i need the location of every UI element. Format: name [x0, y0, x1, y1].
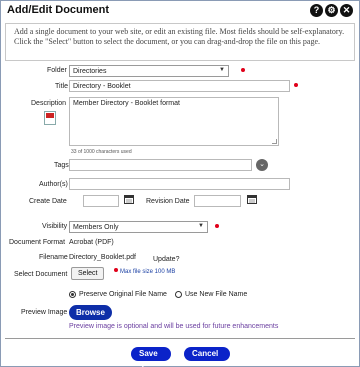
dialog-titlebar: Add/Edit Document ? ⚙ ✕	[1, 1, 359, 20]
required-marker	[114, 268, 118, 272]
visibility-label: Visibility	[42, 223, 68, 230]
select-button[interactable]: Select	[71, 267, 105, 280]
calendar-icon[interactable]	[124, 195, 134, 204]
required-marker	[215, 224, 219, 228]
new-name-radio[interactable]	[175, 291, 182, 298]
create-date-input[interactable]	[83, 195, 119, 207]
browse-button[interactable]: Browse	[69, 305, 112, 320]
calendar-icon[interactable]	[247, 195, 257, 204]
preserve-name-label[interactable]: Preserve Original File Name	[79, 291, 167, 298]
description-textarea[interactable]: Member Directory - Booklet format	[69, 97, 279, 146]
preview-note: Preview image is optional and will be us…	[69, 323, 279, 330]
authors-label: Author(s)	[39, 181, 68, 188]
document-format-value: Acrobat (PDF)	[69, 239, 114, 246]
dialog-title: Add/Edit Document	[7, 4, 110, 16]
create-date-label: Create Date	[29, 198, 67, 205]
preview-image-label: Preview Image	[21, 309, 68, 316]
document-format-label: Document Format	[9, 239, 66, 246]
tags-input[interactable]	[69, 159, 252, 171]
folder-select-value: Directories	[73, 68, 107, 75]
settings-icon[interactable]: ⚙	[325, 4, 338, 17]
chevron-down-icon: ▼	[219, 67, 225, 73]
filename-value: Directory_Booklet.pdf	[69, 254, 136, 261]
required-marker	[294, 83, 298, 87]
select-document-label: Select Document	[14, 271, 68, 278]
title-label: Title	[55, 83, 68, 90]
visibility-select-value: Members Only	[73, 224, 119, 231]
pdf-file-icon	[44, 111, 56, 125]
tags-label: Tags	[54, 162, 69, 169]
chevron-down-icon: ▼	[198, 223, 204, 229]
close-icon[interactable]: ✕	[340, 4, 353, 17]
description-value: Member Directory - Booklet format	[73, 100, 180, 107]
visibility-select[interactable]: Members Only ▼	[69, 221, 208, 233]
folder-select[interactable]: Directories ▼	[69, 65, 229, 77]
revision-date-input[interactable]	[194, 195, 241, 207]
footer-divider	[5, 338, 355, 339]
description-label: Description	[31, 100, 67, 107]
filename-label: Filename	[39, 254, 68, 261]
resize-handle-icon[interactable]	[272, 139, 277, 144]
update-link[interactable]: Update?	[153, 256, 179, 263]
character-count: 33 of 1000 characters used	[71, 149, 132, 155]
help-icon[interactable]: ?	[310, 4, 323, 17]
new-name-label[interactable]: Use New File Name	[185, 291, 247, 298]
tags-dropdown-icon[interactable]: ⌄	[256, 159, 268, 171]
cancel-button[interactable]: Cancel	[184, 347, 230, 361]
folder-label: Folder	[47, 67, 67, 74]
add-edit-document-dialog: Add/Edit Document ? ⚙ ✕ Add a single doc…	[0, 0, 360, 367]
save-button[interactable]: Save ✓	[131, 347, 171, 367]
required-marker	[241, 68, 245, 72]
revision-date-label: Revision Date	[146, 198, 190, 205]
save-label: Save	[139, 349, 158, 358]
checkmark-icon: ✓	[139, 363, 146, 367]
intro-text: Add a single document to your web site, …	[5, 23, 355, 61]
preserve-name-radio[interactable]	[69, 291, 76, 298]
title-input[interactable]: Directory - Booklet	[69, 80, 290, 92]
authors-input[interactable]	[69, 178, 290, 190]
max-file-size-note: Max file size 100 MB	[120, 269, 176, 275]
